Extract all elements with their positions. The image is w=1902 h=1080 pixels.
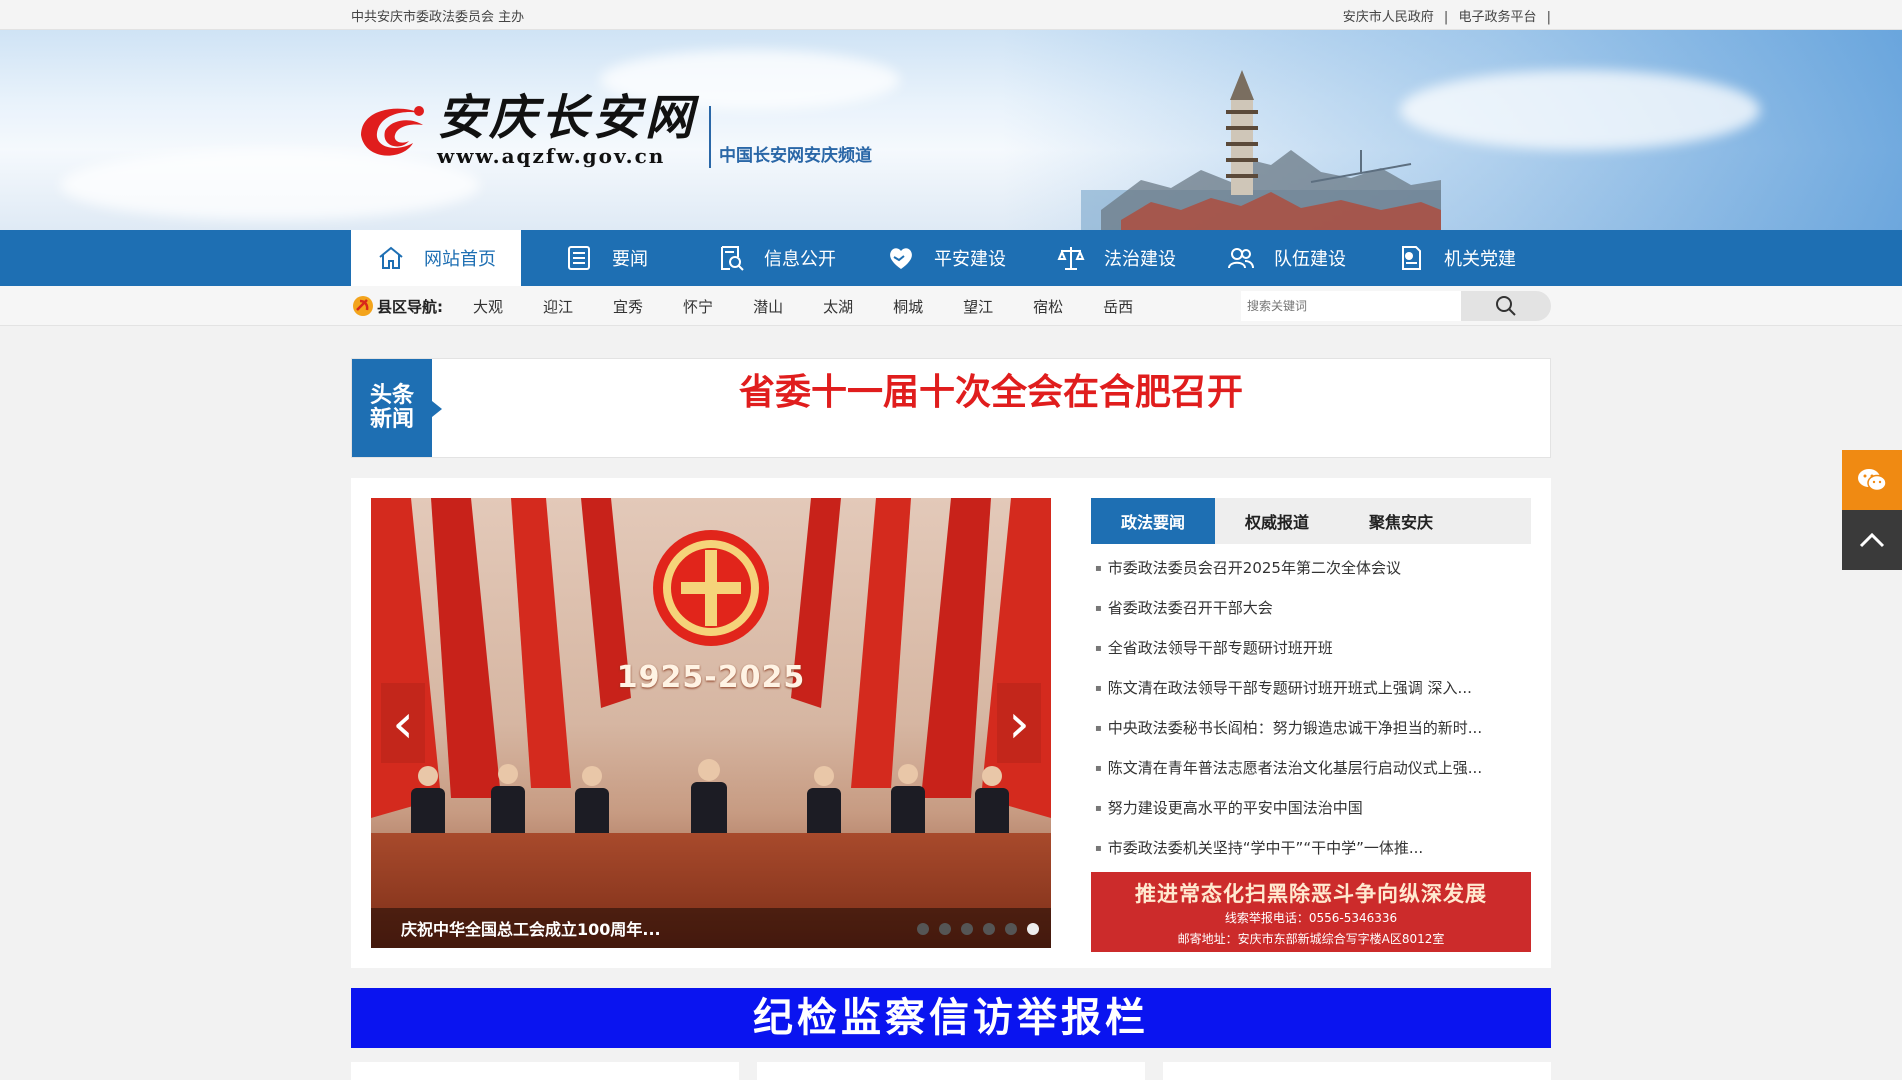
slider-dot-active[interactable] [1027,923,1039,935]
nav-label: 平安建设 [934,249,1006,270]
logo-emblem-icon [351,95,431,165]
ad-address: 邮寄地址：安庆市东部新城综合写字楼A区8012室 [1177,932,1445,946]
search-input[interactable] [1241,291,1461,321]
nav-label: 法治建设 [1104,249,1176,270]
search-icon [1496,296,1516,316]
people-icon [1228,248,1254,269]
main-nav: 网站首页 要闻 信息公开 平安建设 法治建设 队伍建设 机关党建 [0,230,1902,286]
news-item[interactable]: 中央政法委秘书长阎柏：努力锻造忠诚干净担当的新时... [1091,708,1531,748]
slider-dots [917,923,1039,935]
news-list: 市委政法委员会召开2025年第二次全体会议 省委政法委召开干部大会 全省政法领导… [1091,544,1531,868]
news-panel: 政法要闻 权威报道 聚焦安庆 市委政法委员会召开2025年第二次全体会议 省委政… [1091,498,1531,952]
party-emblem-icon [353,296,373,316]
wechat-icon [1858,469,1887,492]
news-item[interactable]: 陈文清在青年普法志愿者法治文化基层行启动仪式上强... [1091,748,1531,788]
news-item[interactable]: 努力建设更高水平的平安中国法治中国 [1091,788,1531,828]
site-url: www.aqzfw.gov.cn [437,144,666,168]
search-doc-icon [721,246,744,271]
side-float [1842,450,1902,570]
slider-dot[interactable] [961,923,973,935]
headline-tag: 头条 新闻 [352,359,442,457]
anniversary-years: 1925-2025 [616,660,806,695]
nav-label: 机关党建 [1444,249,1516,270]
nav-safety[interactable]: 平安建设 [861,230,1031,286]
lower-card [757,1062,1145,1080]
nav-party[interactable]: 机关党建 [1371,230,1541,286]
party-doc-icon [1402,246,1421,270]
county-link[interactable]: 怀宁 [683,296,713,317]
slider-next-button[interactable]: › [997,683,1041,763]
scales-icon [1057,247,1085,270]
pagoda-skyline-image [1081,70,1441,230]
county-nav-label: 县区导航: [351,294,443,318]
county-link[interactable]: 迎江 [543,296,573,317]
nav-home[interactable]: 网站首页 [351,230,521,286]
tab-authoritative-reports[interactable]: 权威报道 [1215,498,1339,544]
nav-label: 要闻 [612,249,648,270]
tab-focus-anqing[interactable]: 聚焦安庆 [1339,498,1463,544]
lower-section [351,1062,1551,1080]
egov-link[interactable]: 电子政务平台 [1458,10,1536,25]
chevron-up-icon [1859,532,1885,548]
divider: | [1546,9,1551,25]
union-emblem-icon [653,530,769,646]
slider-dot[interactable] [939,923,951,935]
home-icon [379,246,403,269]
ad-phone: 线索举报电话：0556-5346336 [1224,911,1398,925]
nav-team[interactable]: 队伍建设 [1201,230,1371,286]
county-link[interactable]: 桐城 [893,296,923,317]
gov-link[interactable]: 安庆市人民政府 [1343,10,1434,25]
news-item[interactable]: 省委政法委召开干部大会 [1091,588,1531,628]
site-title: 安庆长安网 [437,90,698,146]
nav-info-public[interactable]: 信息公开 [691,230,861,286]
main-content: 1925-2025 ‹ › 庆祝中华全国总工会成立100周年... 政法要闻 权… [351,478,1551,968]
handshake-heart-icon [890,248,912,269]
tab-politics-news[interactable]: 政法要闻 [1091,498,1215,544]
lower-card [351,1062,739,1080]
divider: | [1443,9,1449,25]
top-links: 安庆市人民政府 | 电子政务平台 | [1337,6,1551,25]
header-banner: 安庆长安网 www.aqzfw.gov.cn 中国长安网安庆频道 [0,30,1902,230]
slider-dot[interactable] [983,923,995,935]
host-text: 中共安庆市委政法委员会 主办 [351,9,525,25]
county-link[interactable]: 潜山 [753,296,783,317]
nav-rule-of-law[interactable]: 法治建设 [1031,230,1201,286]
slider-dot[interactable] [1005,923,1017,935]
news-item[interactable]: 陈文清在政法领导干部专题研讨班开班式上强调 深入... [1091,668,1531,708]
wechat-button[interactable] [1842,450,1902,510]
site-subtitle: 中国长安网安庆频道 [719,146,873,166]
county-link[interactable]: 大观 [473,296,503,317]
county-link[interactable]: 宿松 [1033,296,1063,317]
lower-card [1163,1062,1551,1080]
headline-news: 头条 新闻 省委十一届十次全会在合肥召开 [351,358,1551,458]
document-icon [568,246,590,270]
nav-news[interactable]: 要闻 [521,230,691,286]
news-item[interactable]: 市委政法委员会召开2025年第二次全体会议 [1091,548,1531,588]
search-box [1241,291,1551,321]
headline-title[interactable]: 省委十一届十次全会在合肥召开 [432,359,1550,457]
county-link[interactable]: 太湖 [823,296,853,317]
county-link[interactable]: 望江 [963,296,993,317]
site-logo[interactable]: 安庆长安网 www.aqzfw.gov.cn 中国长安网安庆频道 [351,92,872,168]
image-slider[interactable]: 1925-2025 ‹ › 庆祝中华全国总工会成立100周年... [371,498,1051,948]
nav-label: 信息公开 [764,249,836,270]
county-nav: 县区导航: 大观 迎江 宜秀 怀宁 潜山 太湖 桐城 望江 宿松 岳西 [0,286,1902,326]
back-to-top-button[interactable] [1842,510,1902,570]
slider-prev-button[interactable]: ‹ [381,683,425,763]
nav-label: 队伍建设 [1274,249,1346,270]
county-link[interactable]: 宜秀 [613,296,643,317]
anti-crime-banner[interactable]: 推进常态化扫黑除恶斗争向纵深发展 线索举报电话：0556-5346336 邮寄地… [1091,872,1531,952]
news-tabs: 政法要闻 权威报道 聚焦安庆 [1091,498,1531,544]
county-link[interactable]: 岳西 [1103,296,1133,317]
search-button[interactable] [1461,291,1551,321]
report-bar[interactable]: 纪检监察信访举报栏 [351,988,1551,1048]
top-bar: 中共安庆市委政法委员会 主办 安庆市人民政府 | 电子政务平台 | [0,0,1902,30]
nav-label: 网站首页 [424,249,496,270]
ad-title: 推进常态化扫黑除恶斗争向纵深发展 [1135,881,1487,906]
news-item[interactable]: 市委政法委机关坚持“学中干”“干中学”一体推... [1091,828,1531,868]
news-item[interactable]: 全省政法领导干部专题研讨班开班 [1091,628,1531,668]
logo-divider [709,106,712,168]
slider-dot[interactable] [917,923,929,935]
